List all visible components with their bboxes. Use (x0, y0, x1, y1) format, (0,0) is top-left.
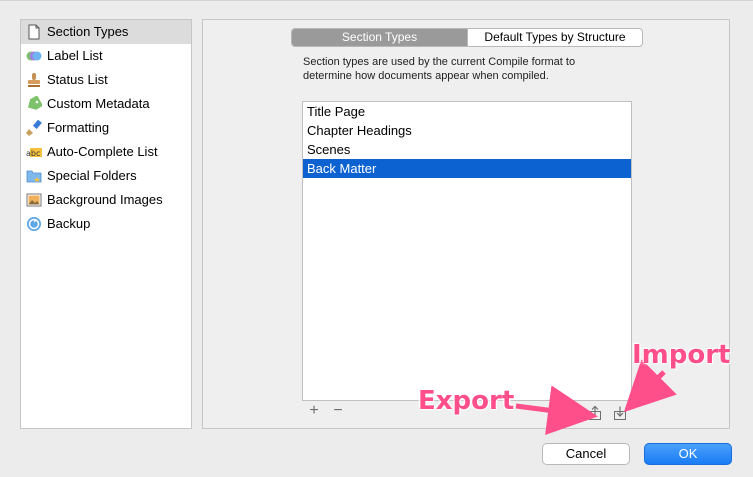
import-annotation: Import (632, 340, 731, 370)
sidebar-item-label: Special Folders (47, 168, 137, 183)
list-item[interactable]: Chapter Headings (303, 121, 631, 140)
document-icon (28, 24, 40, 40)
sidebar-item-section-types[interactable]: Section Types (21, 20, 191, 44)
section-types-description: Section types are used by the current Co… (303, 56, 576, 82)
ok-button[interactable]: OK (644, 443, 732, 465)
sidebar-item-backup[interactable]: Backup (21, 212, 191, 236)
cancel-button[interactable]: Cancel (542, 443, 630, 465)
sidebar-item-label: Formatting (47, 120, 110, 135)
backup-icon (27, 217, 41, 231)
remove-section-type-button[interactable]: − (331, 403, 345, 419)
settings-sidebar: Section Types Label List Status List Cus… (20, 19, 192, 429)
tab-section-types[interactable]: Section Types (292, 29, 467, 46)
list-item[interactable]: Title Page (303, 102, 631, 121)
sidebar-item-label: Auto-Complete List (47, 144, 158, 159)
sidebar-item-label: Custom Metadata (47, 96, 150, 111)
folder-icon (26, 170, 42, 183)
export-icon[interactable] (587, 405, 603, 421)
sidebar-item-label: Background Images (47, 192, 163, 207)
segmented-control: Section Types Default Types by Structure (291, 28, 643, 47)
svg-text:abc: abc (26, 149, 40, 158)
add-section-type-button[interactable]: + (307, 403, 321, 419)
stamp-icon (28, 73, 40, 87)
sidebar-item-background-images[interactable]: Background Images (21, 188, 191, 212)
export-annotation: Export (418, 386, 515, 416)
list-item[interactable]: Scenes (303, 140, 631, 159)
sidebar-item-formatting[interactable]: Formatting (21, 116, 191, 140)
brush-icon (26, 120, 42, 136)
abc-icon: abc (26, 148, 42, 158)
sidebar-item-label: Status List (47, 72, 108, 87)
tab-default-types-by-structure[interactable]: Default Types by Structure (467, 29, 642, 46)
sidebar-item-custom-metadata[interactable]: Custom Metadata (21, 92, 191, 116)
import-icon[interactable] (612, 405, 628, 421)
sidebar-item-status-list[interactable]: Status List (21, 68, 191, 92)
image-icon (26, 193, 42, 207)
sidebar-item-label: Label List (47, 48, 103, 63)
section-types-list[interactable]: Title Page Chapter Headings Scenes Back … (302, 101, 632, 401)
label-circles-icon (26, 51, 42, 61)
sidebar-item-label-list[interactable]: Label List (21, 44, 191, 68)
window-top-edge (0, 0, 753, 1)
list-item-selected[interactable]: Back Matter (303, 159, 631, 178)
sidebar-item-special-folders[interactable]: Special Folders (21, 164, 191, 188)
sidebar-item-label: Backup (47, 216, 91, 231)
tag-icon (27, 96, 42, 110)
sidebar-item-auto-complete-list[interactable]: abc Auto-Complete List (21, 140, 191, 164)
sidebar-item-label: Section Types (47, 24, 129, 39)
